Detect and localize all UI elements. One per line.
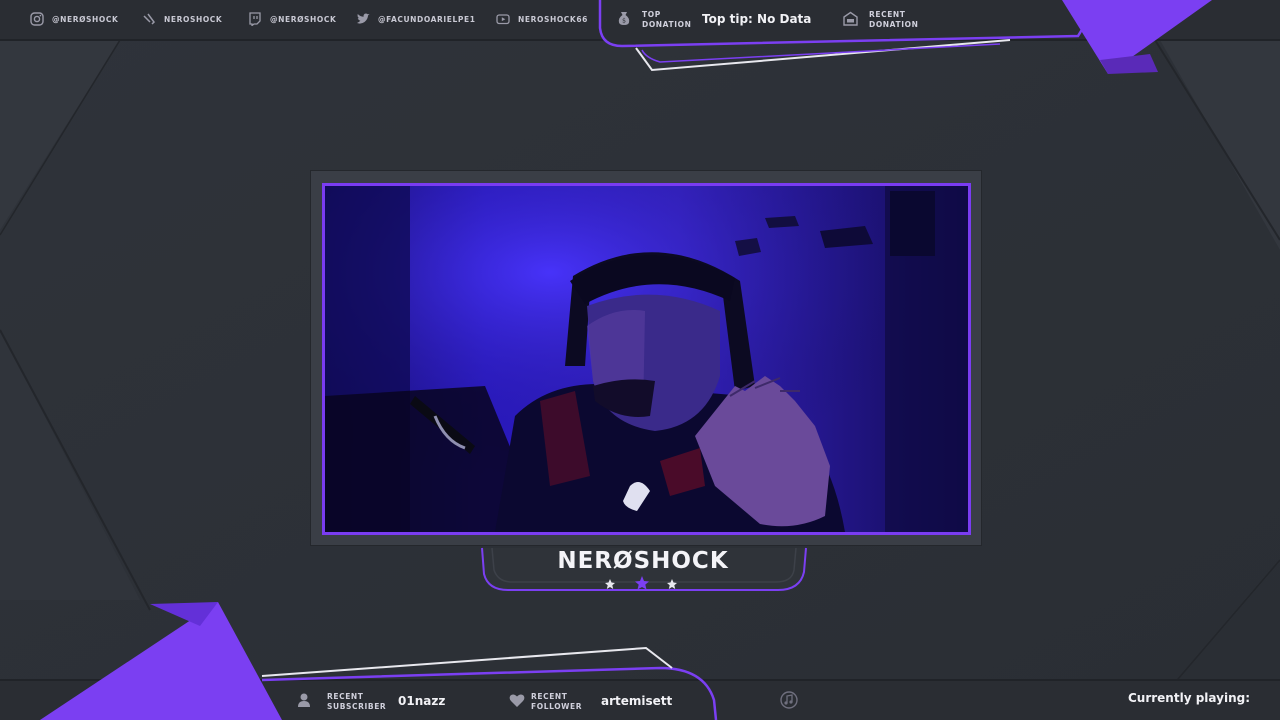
music-note-icon: [780, 691, 798, 709]
money-bag-icon: $: [618, 12, 630, 25]
youtube-icon: [496, 14, 510, 25]
twitch-icon: [249, 12, 261, 26]
recent-subscriber-label: RECENT SUBSCRIBER: [327, 692, 387, 711]
instagram-icon: [30, 12, 44, 26]
stars-decoration: [605, 576, 677, 590]
user-icon: [298, 693, 310, 707]
twitter-icon: [357, 13, 370, 24]
top-donation-value: Top tip: No Data: [702, 12, 812, 26]
recent-donation-label: RECENT DONATION: [869, 10, 919, 29]
webcam-feed: [322, 183, 971, 535]
streamer-name: NERØSHOCK: [557, 548, 729, 574]
social-label: NEROSHOCK: [164, 14, 223, 24]
recent-subscriber-value: 01nazz: [398, 694, 446, 708]
social-label: NEROSHOCK66: [518, 14, 588, 24]
svg-text:$: $: [622, 18, 626, 25]
social-youtube[interactable]: NEROSHOCK66: [496, 10, 588, 28]
social-twitch[interactable]: @NERØSHOCK: [248, 10, 336, 28]
social-instagram[interactable]: @NERØSHOCK: [30, 10, 118, 28]
recent-follower-label: RECENT FOLLOWER: [531, 692, 583, 711]
social-tiktok[interactable]: NEROSHOCK: [142, 10, 222, 28]
webcam-scene: [325, 186, 968, 532]
social-twitter[interactable]: @FACUNDOARIELPE1: [356, 10, 476, 28]
currently-playing-label: Currently playing:: [1127, 691, 1250, 705]
social-label: @FACUNDOARIELPE1: [378, 14, 476, 24]
social-label: @NERØSHOCK: [270, 14, 337, 24]
top-bar: @NERØSHOCK NEROSHOCK @NERØSHOCK @FACUNDO…: [0, 0, 1280, 40]
top-donation-label: TOP DONATION: [642, 10, 692, 29]
heart-icon: [509, 694, 525, 707]
tiktok-icon: [143, 13, 155, 25]
recent-follower-value: artemisett: [601, 694, 673, 708]
social-label: @NERØSHOCK: [52, 14, 119, 24]
wallet-icon: [843, 11, 858, 26]
